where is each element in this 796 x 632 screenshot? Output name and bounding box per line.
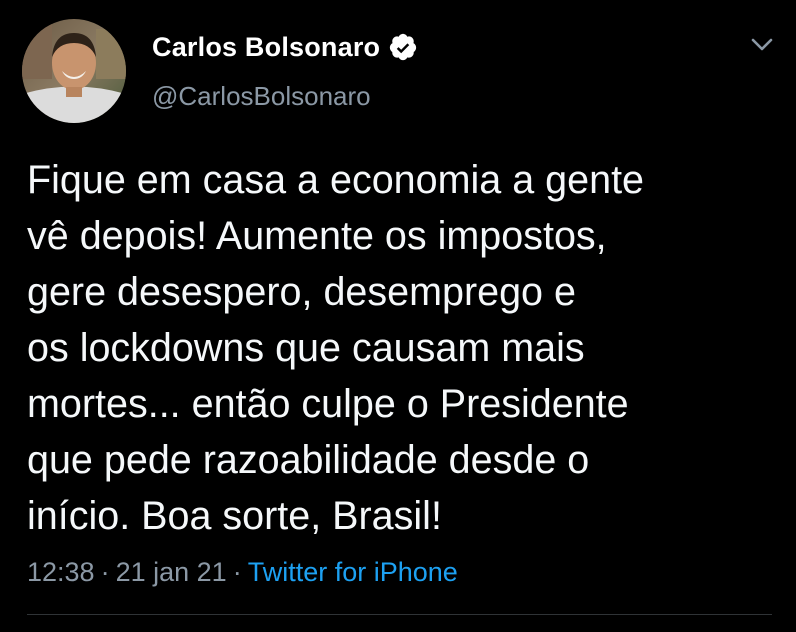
tweet-text: Fique em casa a economia a gente vê depo…: [27, 152, 777, 544]
verified-badge-icon: [388, 32, 418, 62]
tweet-source-link[interactable]: Twitter for iPhone: [248, 557, 458, 587]
tweet-date[interactable]: 21 jan 21: [116, 557, 227, 587]
tweet-text-line: que pede razoabilidade desde o: [27, 438, 590, 482]
tweet-text-line: início. Boa sorte, Brasil!: [27, 494, 442, 538]
author-name-row[interactable]: Carlos Bolsonaro: [152, 30, 418, 64]
chevron-down-icon[interactable]: [748, 34, 776, 56]
avatar[interactable]: [22, 19, 126, 123]
tweet-text-line: gere desespero, desemprego e: [27, 270, 576, 314]
author-name[interactable]: Carlos Bolsonaro: [152, 30, 380, 64]
tweet-text-line: os lockdowns que causam mais: [27, 326, 585, 370]
tweet-time[interactable]: 12:38: [27, 557, 95, 587]
meta-separator: ·: [100, 557, 110, 587]
tweet-text-line: vê depois! Aumente os impostos,: [27, 214, 607, 258]
divider: [27, 614, 772, 615]
tweet-text-line: Fique em casa a economia a gente: [27, 158, 645, 202]
meta-separator: ·: [232, 557, 242, 587]
tweet-meta: 12:38 · 21 jan 21 · Twitter for iPhone: [27, 555, 458, 589]
tweet-text-line: mortes... então culpe o Presidente: [27, 382, 629, 426]
tweet: Carlos Bolsonaro @CarlosBolsonaro Fique …: [0, 0, 796, 632]
author-handle[interactable]: @CarlosBolsonaro: [152, 80, 371, 112]
